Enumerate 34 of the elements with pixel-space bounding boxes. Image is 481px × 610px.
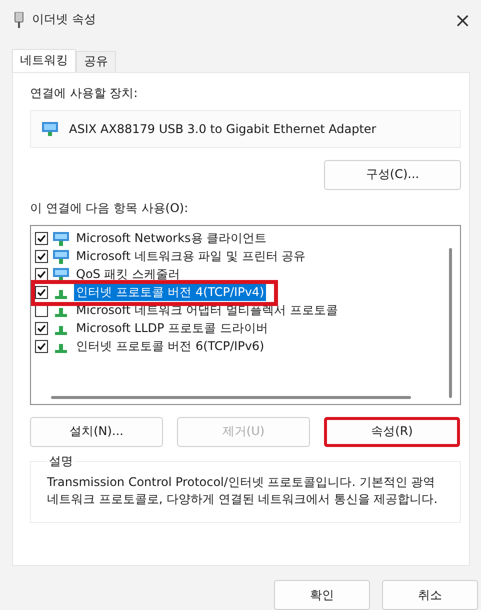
device-name: ASIX AX88179 USB 3.0 to Gigabit Ethernet Adapter (69, 122, 376, 136)
checkbox[interactable] (35, 268, 48, 282)
network-cable-icon (14, 12, 24, 28)
item-button[interactable]: 속성(R) (324, 416, 460, 447)
item-button[interactable]: 설치(N)... (30, 416, 163, 447)
checkbox[interactable] (35, 340, 48, 354)
list-item[interactable]: Microsoft Networks용 클라이언트 (74, 230, 269, 248)
checkbox[interactable] (35, 232, 48, 246)
dialog-button[interactable]: 확인 (274, 580, 370, 610)
computer-icon (52, 250, 70, 264)
list-item[interactable]: 인터넷 프로토콜 버전 4(TCP/IPv4) (74, 284, 266, 302)
list-item[interactable]: 인터넷 프로토콜 버전 6(TCP/IPv6) (74, 338, 266, 356)
configure-button[interactable]: 구성(C)... (324, 160, 461, 190)
checkbox[interactable] (35, 286, 48, 300)
list-item[interactable]: Microsoft LLDP 프로토콜 드라이버 (74, 320, 270, 338)
computer-icon (52, 268, 70, 282)
network-adapter-icon (41, 120, 59, 137)
list-item[interactable]: Microsoft 네트워크용 파일 및 프린터 공유 (74, 248, 308, 266)
checkbox[interactable] (35, 322, 48, 336)
window-title: 이더넷 속성 (32, 11, 97, 28)
tab[interactable]: 공유 (76, 50, 116, 72)
computer-icon (52, 232, 70, 246)
checkbox[interactable] (35, 250, 48, 264)
horizontal-scrollbar[interactable] (51, 396, 411, 399)
dialog-button[interactable]: 취소 (382, 580, 478, 610)
items-label: 이 연결에 다음 항목 사용(O): (30, 200, 190, 217)
vertical-scrollbar[interactable] (449, 248, 452, 398)
description-text: Transmission Control Protocol/인터넷 프로토콜입니다. 기본적인 광역 네트워크 프로토콜로, 다양하게 연결된 네트워크에서 통신을 제공합니다. (47, 474, 439, 508)
description-title: 설명 (48, 452, 74, 470)
list-item[interactable]: Microsoft 네트워크 어댑터 멀티플렉서 프로토콜 (74, 302, 340, 320)
tab[interactable]: 네트워킹 (12, 48, 76, 72)
list-item[interactable]: QoS 패킷 스케줄러 (74, 266, 182, 284)
close-icon[interactable]: × (454, 8, 471, 32)
device-label: 연결에 사용할 장치: (30, 84, 139, 102)
